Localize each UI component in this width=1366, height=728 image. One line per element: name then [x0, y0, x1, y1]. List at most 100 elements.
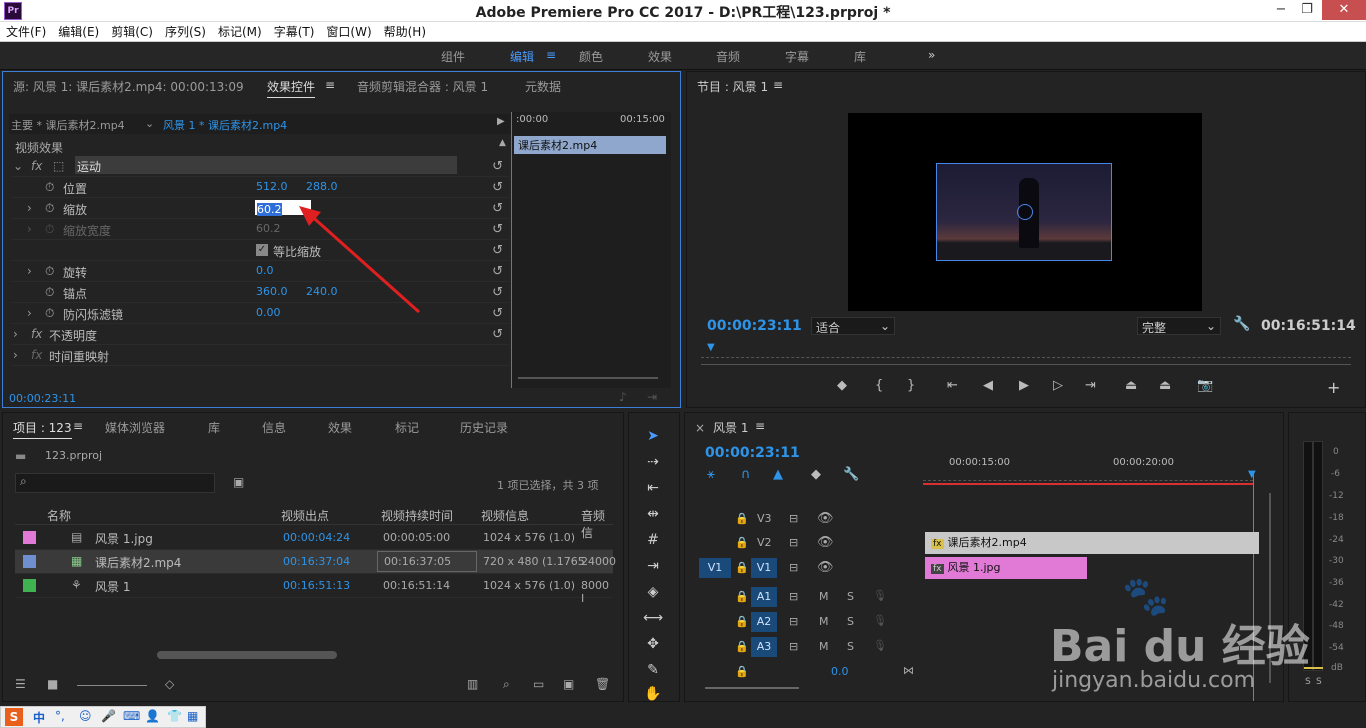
tab-project[interactable]: 项目 : 123	[13, 419, 72, 439]
track-a3-label[interactable]: A3	[751, 637, 777, 657]
play-icon[interactable]: ▶	[1019, 378, 1029, 393]
workspace-assembly[interactable]: 组件	[441, 48, 465, 65]
program-video-frame[interactable]	[848, 113, 1202, 311]
clip-v1[interactable]: fx 风景 1.jpg	[925, 557, 1087, 579]
source-patch-v1[interactable]: V1	[699, 558, 731, 578]
menu-file[interactable]: 文件(F)	[0, 22, 52, 42]
menu-title[interactable]: 字幕(T)	[268, 22, 321, 42]
playhead-icon[interactable]: ▼	[707, 342, 715, 353]
restore-button[interactable]: ❐	[1294, 0, 1320, 20]
table-row[interactable]: ⚘ 风景 1 00:16:51:13 00:16:51:14 1024 x 57…	[15, 574, 613, 605]
stopwatch-icon[interactable]: ⏱	[45, 180, 54, 195]
selection-tool-icon[interactable]: ➤	[641, 425, 665, 447]
stopwatch-icon[interactable]: ⏱	[45, 264, 54, 279]
reset-icon[interactable]: ↺	[492, 201, 503, 216]
col-name[interactable]: 名称	[47, 507, 71, 524]
mic-icon[interactable]: 🎙	[873, 614, 887, 627]
panel-menu-icon[interactable]: ≡	[755, 419, 765, 433]
quality-dropdown[interactable]: 完整 ⌄	[1137, 317, 1221, 335]
timeline-timecode[interactable]: 00:00:23:11	[705, 445, 800, 461]
panel-menu-icon[interactable]: ≡	[325, 78, 335, 92]
sequence-clip-label[interactable]: 风景 1 * 课后素材2.mp4	[163, 117, 287, 133]
workspace-libraries[interactable]: 库	[854, 48, 866, 65]
menu-edit[interactable]: 编辑(E)	[52, 22, 105, 42]
lock-icon[interactable]: 🔒	[735, 590, 749, 603]
icon-view-icon[interactable]: ■	[47, 677, 58, 691]
timeline-ruler[interactable]	[923, 469, 1253, 481]
sync-lock-icon[interactable]: ⊟	[789, 615, 798, 628]
chevron-right-icon[interactable]: ›	[13, 348, 18, 362]
chevron-right-icon[interactable]: ›	[27, 201, 32, 215]
tab-effect-controls[interactable]: 效果控件	[267, 78, 316, 98]
collapse-triangle-icon[interactable]: ▲	[499, 138, 506, 148]
microphone-icon[interactable]: 🎤	[101, 709, 116, 723]
item-name[interactable]: 课后素材2.mp4	[95, 554, 181, 571]
solo-icon[interactable]: S	[847, 640, 854, 653]
table-row[interactable]: ▦ 课后素材2.mp4 00:16:37:04 00:16:37:05 720 …	[15, 550, 616, 574]
track-a1-label[interactable]: A1	[751, 587, 777, 607]
step-back-icon[interactable]: ◀	[983, 378, 993, 393]
effect-controls-timecode[interactable]: 00:00:23:11	[9, 392, 76, 405]
mute-icon[interactable]: M	[819, 590, 829, 603]
chevron-down-icon[interactable]: ⌄	[145, 117, 154, 130]
sogou-icon[interactable]: S	[5, 708, 23, 726]
zoom-bar[interactable]	[701, 364, 1351, 365]
rotation-value[interactable]: 0.0	[256, 264, 274, 277]
user-icon[interactable]: 👤	[145, 709, 160, 723]
table-row[interactable]: ▤ 风景 1.jpg 00:00:04:24 00:00:05:00 1024 …	[15, 526, 613, 550]
wrench-icon[interactable]: 🔧	[1233, 316, 1250, 332]
label-color-swatch[interactable]	[23, 555, 36, 568]
workspace-effects[interactable]: 效果	[648, 48, 672, 65]
anchor-point-icon[interactable]	[1017, 204, 1033, 220]
program-time-ruler[interactable]	[701, 348, 1351, 358]
solo-icon[interactable]: S	[847, 615, 854, 628]
timeremap-row[interactable]: › fx 时间重映射	[11, 345, 509, 366]
chevron-right-icon[interactable]: ›	[27, 306, 32, 320]
panel-menu-icon[interactable]: ≡	[73, 419, 83, 433]
item-duration[interactable]: 00:16:37:05	[377, 551, 477, 572]
zoom-scrollbar[interactable]	[518, 377, 658, 379]
tab-markers[interactable]: 标记	[395, 419, 419, 436]
workspace-color[interactable]: 颜色	[579, 48, 603, 65]
linked-selection-icon[interactable]: ▲	[773, 467, 783, 482]
find-icon[interactable]: ⌕	[503, 677, 510, 692]
track-v1-label[interactable]: V1	[751, 558, 777, 578]
skin-icon[interactable]: 👕	[167, 709, 182, 723]
workspace-more-button[interactable]: »	[928, 48, 935, 62]
stopwatch-icon[interactable]: ⏱	[45, 285, 54, 300]
fit-dropdown[interactable]: 适合 ⌄	[811, 317, 895, 335]
sync-lock-icon[interactable]: ⊟	[789, 640, 798, 653]
reset-icon[interactable]: ↺	[492, 180, 503, 195]
zoom-slider[interactable]	[77, 685, 147, 686]
sort-icon[interactable]: ◇	[165, 677, 174, 691]
master-volume-value[interactable]: 0.0	[831, 665, 849, 678]
mark-in-icon[interactable]: {	[875, 378, 883, 393]
menu-sequence[interactable]: 序列(S)	[159, 22, 212, 42]
master-clip-label[interactable]: 主要 * 课后素材2.mp4	[11, 117, 125, 133]
tab-metadata[interactable]: 元数据	[525, 78, 561, 95]
solo-icon[interactable]: S	[847, 590, 854, 603]
lock-icon[interactable]: 🔒	[735, 640, 749, 653]
lock-icon[interactable]: 🔒	[735, 665, 749, 678]
eye-icon[interactable]: 👁	[817, 511, 834, 526]
reset-icon[interactable]: ↺	[492, 285, 503, 300]
timeline-zoom-scrollbar[interactable]	[705, 687, 799, 689]
menu-marker[interactable]: 标记(M)	[212, 22, 268, 42]
step-forward-icon[interactable]: ▷	[1053, 378, 1063, 393]
playhead-icon[interactable]: ▼	[1248, 469, 1256, 480]
preview-image[interactable]	[936, 163, 1112, 261]
tab-effects[interactable]: 效果	[328, 419, 352, 436]
track-v3-label[interactable]: V3	[757, 512, 772, 525]
tab-audio-mixer[interactable]: 音频剪辑混合器 : 风景 1	[357, 78, 488, 95]
close-button[interactable]: ✕	[1322, 0, 1366, 20]
tab-info[interactable]: 信息	[262, 419, 286, 436]
reset-icon[interactable]: ↺	[492, 264, 503, 279]
fx-icon[interactable]: fx	[31, 327, 42, 341]
program-timecode[interactable]: 00:00:23:11	[707, 318, 802, 334]
reset-icon[interactable]: ↺	[492, 306, 503, 321]
tab-history[interactable]: 历史记录	[460, 419, 508, 436]
track-a2-label[interactable]: A2	[751, 612, 777, 632]
menu-help[interactable]: 帮助(H)	[378, 22, 432, 42]
stopwatch-icon[interactable]: ⏱	[45, 306, 54, 321]
item-name[interactable]: 风景 1.jpg	[95, 530, 153, 547]
